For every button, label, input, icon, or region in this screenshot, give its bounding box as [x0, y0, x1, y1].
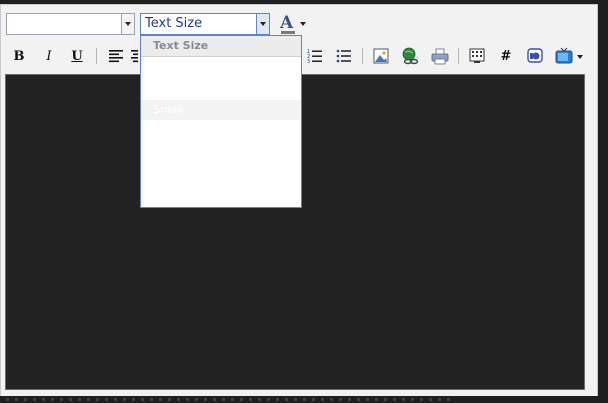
dropdown-option-small[interactable]: Small	[141, 100, 301, 120]
text-color-button[interactable]: A	[279, 13, 309, 35]
text-color-swatch	[281, 31, 295, 34]
dropdown-header: Text Size	[141, 36, 301, 57]
media-button[interactable]	[525, 46, 545, 66]
align-center-icon	[131, 50, 138, 63]
keyboard-button[interactable]	[467, 46, 487, 66]
keyboard-icon	[469, 48, 485, 63]
tv-icon	[555, 47, 573, 64]
insert-link-button[interactable]	[400, 46, 420, 66]
italic-button[interactable]: I	[41, 46, 57, 66]
unordered-list-button[interactable]	[334, 46, 354, 66]
insert-link-icon	[402, 47, 419, 65]
footer-dots	[6, 398, 456, 401]
toolbar-separator	[96, 48, 97, 64]
align-left-icon	[109, 50, 123, 63]
hash-button[interactable]: #	[498, 46, 514, 66]
ordered-list-icon: 1 2 3	[307, 49, 322, 65]
dropdown-option-label: Small	[153, 103, 184, 116]
text-size-select[interactable]: Text Size	[140, 13, 270, 35]
dropdown-option[interactable]	[141, 144, 301, 164]
bold-button[interactable]: B	[11, 46, 27, 66]
text-size-value: Text Size	[145, 16, 203, 31]
align-left-button[interactable]	[106, 46, 126, 66]
tv-button[interactable]	[554, 46, 584, 66]
toolbar-separator	[362, 48, 363, 64]
print-icon	[431, 48, 449, 65]
dropdown-option[interactable]	[141, 122, 301, 142]
svg-text:3: 3	[307, 59, 310, 65]
insert-image-button[interactable]	[371, 46, 391, 66]
chevron-down-icon	[300, 22, 306, 26]
underline-button[interactable]: U	[69, 46, 85, 66]
text-color-icon: A	[280, 13, 294, 33]
text-size-dropdown-arrow[interactable]	[256, 14, 269, 34]
font-family-dropdown-arrow[interactable]	[121, 14, 134, 34]
font-family-select[interactable]	[6, 13, 135, 35]
dropdown-option[interactable]	[141, 78, 301, 98]
text-size-dropdown: Text Size Small	[140, 35, 302, 208]
insert-image-icon	[373, 48, 389, 64]
chevron-down-icon	[577, 55, 583, 59]
hash-icon: #	[500, 48, 512, 64]
toolbar-separator	[458, 48, 459, 64]
media-icon	[527, 48, 543, 63]
align-center-button[interactable]	[128, 46, 138, 66]
dropdown-option[interactable]	[141, 166, 301, 186]
window-edge	[598, 0, 608, 403]
dropdown-header-label: Text Size	[153, 39, 209, 52]
dropdown-option[interactable]	[141, 57, 301, 77]
ordered-list-button[interactable]: 1 2 3	[305, 46, 325, 66]
unordered-list-icon	[336, 49, 351, 63]
footer-strip	[0, 396, 608, 403]
print-button[interactable]	[430, 46, 450, 66]
